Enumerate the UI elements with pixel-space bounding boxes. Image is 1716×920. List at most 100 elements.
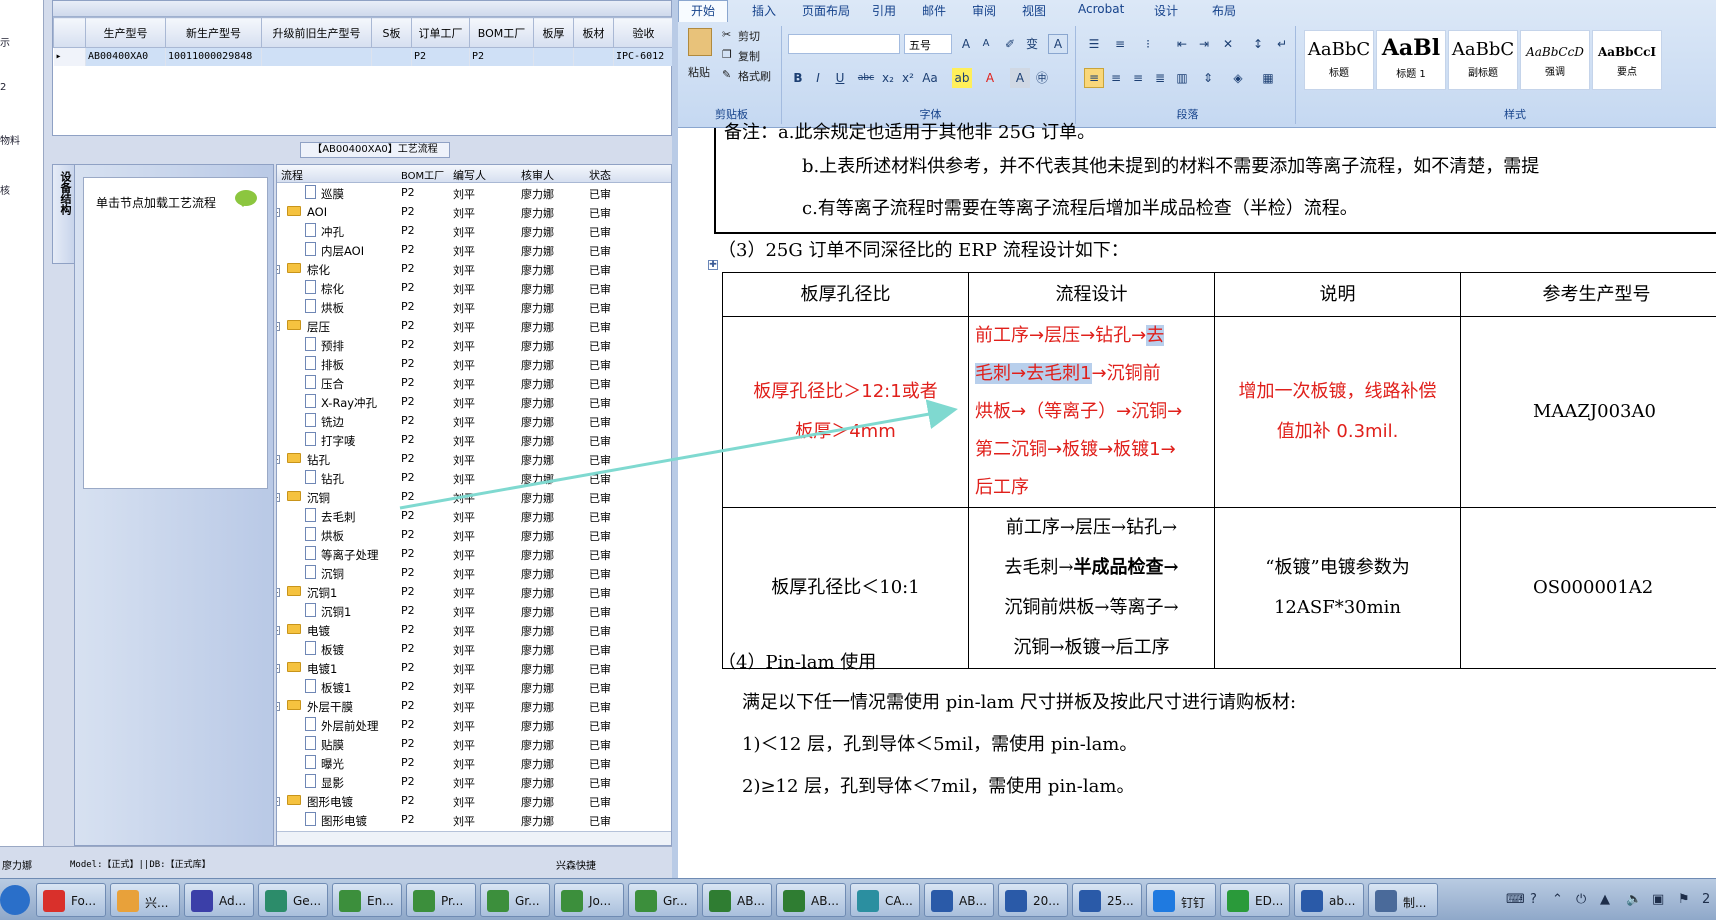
col-header[interactable]: 订单工厂 [411, 17, 470, 48]
align-left-icon[interactable]: ≡ [1084, 68, 1104, 88]
tree-row[interactable]: 图形电镀 P2 刘平 廖力娜 已审 [277, 810, 671, 829]
tree-node-label[interactable]: 预排 [321, 338, 344, 354]
cell[interactable] [573, 47, 614, 66]
tree-row[interactable]: 排板 P2 刘平 廖力娜 已审 [277, 354, 671, 373]
brush-icon[interactable]: ✎ [722, 68, 731, 81]
tree-node-label[interactable]: 压合 [321, 376, 344, 392]
style-heading-1[interactable]: AaBl 标题 1 [1376, 30, 1446, 90]
taskbar-button[interactable]: 25... [1072, 883, 1142, 917]
taskbar-button[interactable]: Pr... [406, 883, 476, 917]
tree-row[interactable]: 棕化 P2 刘平 廖力娜 已审 [277, 278, 671, 297]
keyboard-icon[interactable]: ⌨ [1506, 892, 1525, 907]
col-header[interactable]: 板厚 [533, 17, 574, 48]
tree-node-label[interactable]: AOI [307, 205, 327, 219]
superscript-icon[interactable]: x² [898, 68, 918, 88]
tree-row[interactable]: − 电镀 P2 刘平 廖力娜 已审 [277, 620, 671, 639]
table-move-handle-icon[interactable]: ✚ [708, 260, 718, 270]
volume-icon[interactable]: 🔈 [1626, 892, 1642, 907]
style-strong[interactable]: AaBbCcI 要点 [1592, 30, 1662, 90]
tree-node-label[interactable]: 巡膜 [321, 186, 344, 202]
italic-icon[interactable]: I [808, 68, 828, 88]
tab-device-structure[interactable]: 设备结构 [52, 164, 76, 264]
tree-node-label[interactable]: 棕化 [321, 281, 344, 297]
col-header[interactable]: 验收 [613, 17, 674, 48]
col-header[interactable]: 新生产型号 [165, 17, 262, 48]
tree-row[interactable]: 板镀 P2 刘平 廖力娜 已审 [277, 639, 671, 658]
taskbar-button[interactable]: Jo... [554, 883, 624, 917]
font-name-select[interactable] [788, 34, 900, 54]
tree-node-label[interactable]: 显影 [321, 775, 344, 791]
scissors-icon[interactable]: ✂ [722, 28, 731, 41]
taskbar-button[interactable]: Gr... [480, 883, 550, 917]
document-page[interactable]: 备注：a.此余规定也适用于其他非 25G 订单。 b.上表所述材料供参考，并不代… [678, 122, 1716, 878]
collapse-toggle-icon[interactable]: − [277, 493, 280, 502]
style-emphasis[interactable]: AaBbCcD 强调 [1520, 30, 1590, 90]
cell[interactable] [371, 47, 412, 66]
shrink-font-icon[interactable]: A [976, 34, 996, 54]
col-header[interactable]: 生产型号 [85, 17, 166, 48]
tree-row[interactable]: 板镀1 P2 刘平 廖力娜 已审 [277, 677, 671, 696]
tree-row[interactable]: − 钻孔 P2 刘平 廖力娜 已审 [277, 449, 671, 468]
tray-expand-icon[interactable]: ⌃ [1552, 892, 1563, 907]
tree-row[interactable]: − 棕化 P2 刘平 廖力娜 已审 [277, 259, 671, 278]
taskbar-button[interactable]: AB... [776, 883, 846, 917]
font-color-icon[interactable]: A [980, 68, 1000, 88]
char-shading-icon[interactable]: A [1010, 68, 1030, 88]
borders-icon[interactable]: ▦ [1258, 68, 1278, 88]
clock[interactable]: 2 [1702, 892, 1710, 907]
taskbar-button[interactable]: ED... [1220, 883, 1290, 917]
taskbar-button[interactable]: 钉钉 [1146, 883, 1216, 917]
tree-row[interactable]: 贴膜 P2 刘平 廖力娜 已审 [277, 734, 671, 753]
start-icon[interactable] [0, 885, 30, 915]
line-spacing-icon[interactable]: ⇕ [1198, 68, 1218, 88]
tree-node-label[interactable]: 图形电镀 [307, 794, 353, 810]
tree-node-label[interactable]: 打字唛 [321, 433, 356, 449]
tab-references[interactable]: 引用 [872, 2, 896, 19]
erp-flow-table[interactable]: 板厚孔径比 流程设计 说明 参考生产型号 板厚孔径比＞12:1或者 板厚＞4mm… [722, 272, 1716, 669]
tree-horizontal-scrollbar[interactable] [277, 831, 671, 845]
char-border-icon[interactable]: A [1048, 34, 1068, 54]
tree-row[interactable]: 钻孔 P2 刘平 廖力娜 已审 [277, 468, 671, 487]
paste-icon[interactable] [688, 28, 712, 56]
tree-row[interactable]: 显影 P2 刘平 廖力娜 已审 [277, 772, 671, 791]
tree-row[interactable]: 曝光 P2 刘平 廖力娜 已审 [277, 753, 671, 772]
power-icon[interactable]: ⏻ [1576, 892, 1586, 907]
copy-button[interactable]: 复制 [738, 48, 760, 64]
tab-design[interactable]: 设计 [1154, 2, 1178, 19]
tree-col-header[interactable]: 核审人 [521, 167, 554, 183]
tree-col-header[interactable]: 状态 [589, 167, 611, 183]
table-header-cell[interactable]: 流程设计 [968, 272, 1215, 317]
tree-row[interactable]: 冲孔 P2 刘平 廖力娜 已审 [277, 221, 671, 240]
cell[interactable]: P2 [411, 47, 470, 66]
collapse-toggle-icon[interactable]: − [277, 702, 280, 711]
numbering-icon[interactable]: ≡ [1110, 34, 1130, 54]
phonetic-icon[interactable]: 变 [1022, 34, 1042, 54]
tree-row[interactable]: 巡膜 P2 刘平 廖力娜 已审 [277, 183, 671, 202]
tree-row[interactable]: − 沉铜 P2 刘平 廖力娜 已审 [277, 487, 671, 506]
taskbar-button[interactable]: ab... [1294, 883, 1364, 917]
align-right-icon[interactable]: ≡ [1128, 68, 1148, 88]
taskbar-button[interactable]: Gr... [628, 883, 698, 917]
tree-row[interactable]: − 沉铜1 P2 刘平 廖力娜 已审 [277, 582, 671, 601]
tab-review[interactable]: 审阅 [972, 2, 996, 19]
tree-row[interactable]: − 外层干膜 P2 刘平 廖力娜 已审 [277, 696, 671, 715]
tree-row[interactable]: 压合 P2 刘平 廖力娜 已审 [277, 373, 671, 392]
bold-icon[interactable]: B [788, 68, 808, 88]
tree-row[interactable]: 打字唛 P2 刘平 廖力娜 已审 [277, 430, 671, 449]
sidebar-item-4[interactable]: 核 [0, 182, 10, 197]
chat-bubble-icon[interactable] [235, 190, 257, 207]
tree-row[interactable]: 沉铜1 P2 刘平 廖力娜 已审 [277, 601, 671, 620]
tab-acrobat[interactable]: Acrobat [1078, 2, 1124, 16]
tree-node-label[interactable]: 钻孔 [321, 471, 344, 487]
taskbar-button[interactable]: AB... [924, 883, 994, 917]
tree-node-label[interactable]: 排板 [321, 357, 344, 373]
cut-button[interactable]: 剪切 [738, 28, 760, 44]
col-header[interactable]: 升级前旧生产型号 [261, 17, 372, 48]
taskbar-button[interactable]: AB... [702, 883, 772, 917]
format-painter-button[interactable]: 格式刷 [738, 68, 771, 84]
strikethrough-icon[interactable]: abc [856, 68, 876, 88]
collapse-toggle-icon[interactable]: − [277, 797, 280, 806]
description-cell[interactable]: “板镀”电镀参数为 12ASF*30min [1214, 507, 1461, 669]
copy-icon[interactable]: ❐ [722, 48, 732, 61]
tree-row[interactable]: 沉铜 P2 刘平 廖力娜 已审 [277, 563, 671, 582]
